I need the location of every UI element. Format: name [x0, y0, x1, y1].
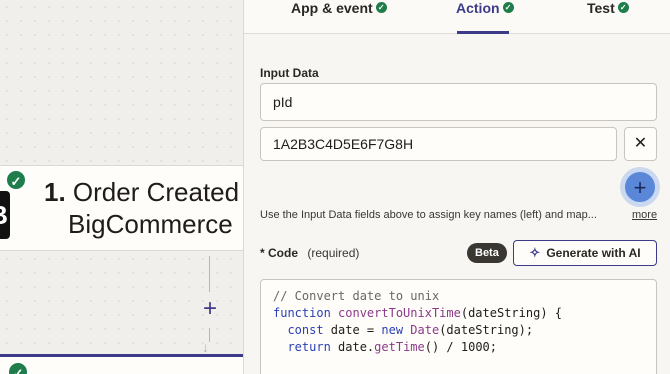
code-editor[interactable]: // Convert date to unix function convert… — [260, 279, 657, 374]
bigcommerce-logo-icon: B — [0, 191, 10, 239]
action-step-card[interactable] — [0, 354, 243, 374]
tab-test[interactable]: Test ✓ — [587, 0, 629, 34]
code-field-label: * Code (required) — [260, 246, 359, 260]
tab-action[interactable]: Action ✓ — [456, 0, 514, 34]
generate-with-ai-button[interactable]: ✧ Generate with AI — [513, 240, 657, 266]
more-link[interactable]: more — [632, 209, 657, 221]
step-tabs: App & event ✓ Action ✓ Test ✓ — [244, 0, 670, 34]
required-label: (required) — [307, 246, 360, 260]
code-line: function convertToUnixTime(dateString) { — [273, 306, 563, 320]
add-step-button[interactable]: + — [199, 297, 221, 321]
zap-canvas: ✓ B 1. Order Created BigCommerce + ↓ ✓ — [0, 0, 243, 374]
step-connector — [209, 328, 210, 342]
check-circle-icon: ✓ — [375, 2, 387, 13]
input-data-key-field[interactable]: pId — [260, 83, 657, 121]
required-star: * — [260, 246, 265, 260]
check-circle-icon: ✓ — [502, 2, 514, 13]
code-label-text: Code — [268, 246, 299, 260]
step-editor-panel: App & event ✓ Action ✓ Test ✓ Input Data… — [243, 0, 670, 374]
input-data-label: Input Data — [260, 66, 319, 80]
step-event-name: Order Created — [72, 177, 240, 207]
check-circle-icon: ✓ — [617, 2, 629, 13]
code-line: // Convert date to unix — [273, 289, 440, 303]
code-line: return date.getTime() / 1000; — [287, 340, 497, 354]
tab-label: App & event — [291, 0, 373, 16]
remove-field-button[interactable]: ✕ — [624, 127, 657, 161]
add-field-button[interactable]: + — [623, 170, 657, 204]
tab-label: Action — [456, 0, 500, 16]
active-tab-indicator — [457, 31, 509, 34]
code-line: const date = new Date(dateString); — [287, 323, 534, 337]
step-title[interactable]: 1. Order Created — [44, 177, 239, 208]
generate-with-ai-label: Generate with AI — [546, 246, 641, 260]
sparkle-icon: ✧ — [529, 245, 541, 260]
input-data-value-value: 1A2B3C4D5E6F7G8H — [273, 136, 414, 152]
input-data-hint: Use the Input Data fields above to assig… — [260, 209, 597, 221]
step-connector — [209, 256, 210, 292]
beta-badge: Beta — [467, 243, 507, 263]
step-app-name: BigCommerce — [68, 209, 233, 239]
tab-app-and-event[interactable]: App & event ✓ — [291, 0, 387, 34]
check-icon: ✓ — [5, 169, 27, 191]
input-data-key-value: pId — [273, 94, 293, 110]
tab-label: Test — [587, 0, 615, 16]
step-number: 1. — [44, 177, 66, 207]
arrow-down-icon: ↓ — [202, 339, 209, 355]
input-data-value-field[interactable]: 1A2B3C4D5E6F7G8H — [260, 127, 617, 161]
